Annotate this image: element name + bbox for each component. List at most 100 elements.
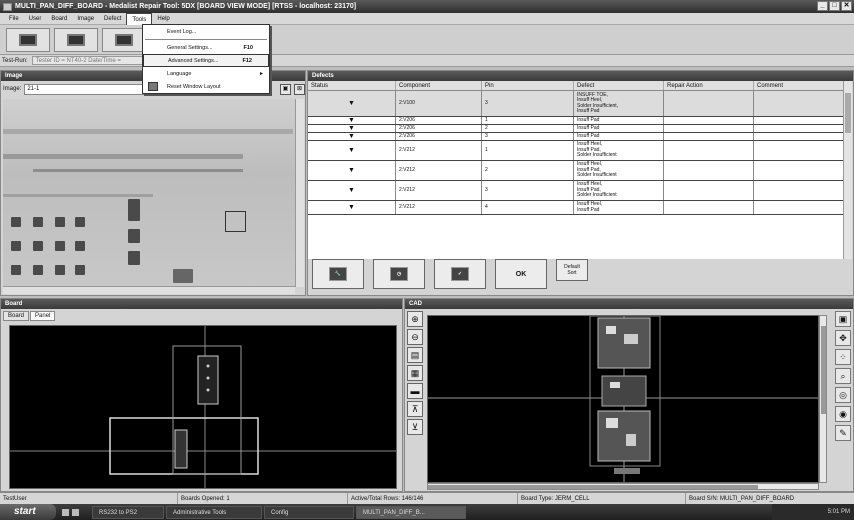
task-config[interactable]: Config [264, 505, 354, 519]
open-panel-button[interactable] [54, 27, 98, 52]
minimize-button[interactable]: _ [817, 1, 828, 11]
table-row[interactable]: ▼ 2:V212 1 Insuff Heel, Insuff Pad, Solder In… [308, 141, 844, 161]
menu-defect[interactable]: Defect [99, 13, 126, 25]
start-button[interactable]: start [0, 504, 56, 520]
toolbar-button-3[interactable] [102, 27, 146, 52]
flip-down-icon[interactable]: ⊻ [407, 419, 423, 435]
column-defect[interactable]: Defect [574, 81, 664, 90]
open-board-button[interactable] [6, 27, 50, 52]
repair-action-cell[interactable] [664, 181, 754, 200]
find-component-icon[interactable]: ⌕ [835, 368, 851, 384]
comment-cell[interactable] [754, 91, 844, 116]
comment-cell[interactable] [754, 117, 844, 124]
image-vertical-scrollbar[interactable] [295, 99, 304, 287]
menu-help[interactable]: Help [152, 13, 174, 25]
repair-action-cell[interactable] [664, 141, 754, 160]
defect-status-icon: ▼ [348, 186, 355, 194]
event-log-label: Event Log... [167, 28, 197, 35]
component-cell: 2:V212 [396, 161, 482, 180]
comment-cell[interactable] [754, 181, 844, 200]
menu-user[interactable]: User [24, 13, 47, 25]
repair-button[interactable]: 🔧 [312, 259, 364, 289]
pin-cell: 1 [482, 141, 574, 160]
menu-file[interactable]: File [4, 13, 24, 25]
column-comment[interactable]: Comment [754, 81, 844, 90]
repair-action-cell[interactable] [664, 161, 754, 180]
close-button[interactable]: ✕ [841, 1, 852, 11]
cad-vertical-scrollbar[interactable] [819, 315, 827, 483]
main-toolbar [0, 25, 854, 55]
menu-image[interactable]: Image [72, 13, 99, 25]
cad-view[interactable] [427, 315, 819, 483]
xray-image-view[interactable] [3, 99, 295, 287]
comment-cell[interactable] [754, 141, 844, 160]
table-row[interactable]: ▼ 2:V100 3 INSUFF TOE, Insuff Heel, Solder In… [308, 91, 844, 117]
move-icon[interactable]: ⁘ [835, 349, 851, 365]
explorer-icon[interactable] [72, 508, 79, 516]
reset-layout-icon [148, 82, 158, 91]
zoom-fit-icon[interactable]: ▤ [407, 347, 423, 363]
image-select[interactable]: 21-1 [24, 83, 145, 95]
board-view[interactable] [9, 325, 397, 489]
flip-up-icon[interactable]: ⊼ [407, 401, 423, 417]
cad-panel-title: CAD [405, 299, 853, 309]
pan-icon[interactable]: ✥ [835, 330, 851, 346]
menu-event-log[interactable]: Event Log... [143, 25, 269, 38]
tab-board[interactable]: Board [3, 311, 30, 321]
repair-action-cell[interactable] [664, 91, 754, 116]
selection-box [225, 211, 246, 232]
maximize-button[interactable]: □ [829, 1, 840, 11]
zoom-out-icon[interactable]: ⊖ [407, 329, 423, 345]
comment-cell[interactable] [754, 125, 844, 132]
binoculars-next-icon[interactable]: ◉ [835, 406, 851, 422]
menu-general-settings[interactable]: General Settings... F10 [143, 41, 269, 54]
column-status[interactable]: Status [308, 81, 396, 90]
task-rs232[interactable]: RS232 to PS2 [92, 505, 164, 519]
task-admin-tools[interactable]: Administrative Tools [166, 505, 262, 519]
repair-action-cell[interactable] [664, 117, 754, 124]
image-fit-button[interactable]: ▣ [280, 83, 291, 95]
table-row[interactable]: ▼ 2:V212 4 Insuff Heel, Insuff Pad [308, 201, 844, 215]
repair-action-cell[interactable] [664, 201, 754, 214]
repair-action-cell[interactable] [664, 133, 754, 140]
image-horizontal-scrollbar[interactable] [3, 286, 295, 294]
table-row[interactable]: ▼ 2:V212 2 Insuff Heel, Insuff Pad, Solder In… [308, 161, 844, 181]
cad-horizontal-scrollbar[interactable] [427, 483, 819, 490]
comment-cell[interactable] [754, 133, 844, 140]
default-sort-button[interactable]: Default Sort [556, 259, 588, 281]
menu-advanced-settings[interactable]: Advanced Settings... F12 [143, 54, 269, 67]
column-repair-action[interactable]: Repair Action [664, 81, 754, 90]
image-zoom-button[interactable]: ⊠ [294, 83, 305, 95]
task-repair-tool[interactable]: MULTI_PAN_DIFF_B... [356, 505, 466, 519]
table-row[interactable]: ▼ 2:V212 3 Insuff Heel, Insuff Pad, Solder In… [308, 181, 844, 201]
defects-vertical-scrollbar[interactable] [843, 81, 852, 259]
menu-language[interactable]: Language ▸ [143, 67, 269, 80]
menu-tools[interactable]: Tools [126, 12, 153, 25]
layer-icon[interactable]: ▦ [407, 365, 423, 381]
menu-board[interactable]: Board [46, 13, 72, 25]
column-component[interactable]: Component [396, 81, 482, 90]
timer-button[interactable]: ◷ [373, 259, 425, 289]
verify-button[interactable]: ✓ [434, 259, 486, 289]
edit-icon[interactable]: ✎ [835, 425, 851, 441]
binoculars-icon[interactable]: ◎ [835, 387, 851, 403]
comment-cell[interactable] [754, 161, 844, 180]
component-cell: 2:V212 [396, 201, 482, 214]
board-outline-icon[interactable]: ▬ [407, 383, 423, 399]
table-row[interactable]: ▼ 2:V206 2 Insuff Pad [308, 125, 844, 133]
component-cell: 2:V100 [396, 91, 482, 116]
repair-action-cell[interactable] [664, 125, 754, 132]
ok-button[interactable]: OK [495, 259, 547, 289]
menu-reset-window-layout[interactable]: Reset Window Layout [143, 80, 269, 93]
desktop-icon[interactable] [62, 508, 69, 516]
table-row[interactable]: ▼ 2:V206 3 Insuff Pad [308, 133, 844, 141]
display-icon[interactable]: ▣ [835, 311, 851, 327]
tab-panel[interactable]: Panel [30, 311, 56, 321]
column-pin[interactable]: Pin [482, 81, 574, 90]
table-row[interactable]: ▼ 2:V206 1 Insuff Pad [308, 117, 844, 125]
defect-cell: Insuff Pad [574, 125, 664, 132]
defects-table-body: ▼ 2:V100 3 INSUFF TOE, Insuff Heel, Solder In… [308, 91, 844, 215]
comment-cell[interactable] [754, 201, 844, 214]
submenu-arrow-icon: ▸ [259, 71, 263, 77]
zoom-in-icon[interactable]: ⊕ [407, 311, 423, 327]
